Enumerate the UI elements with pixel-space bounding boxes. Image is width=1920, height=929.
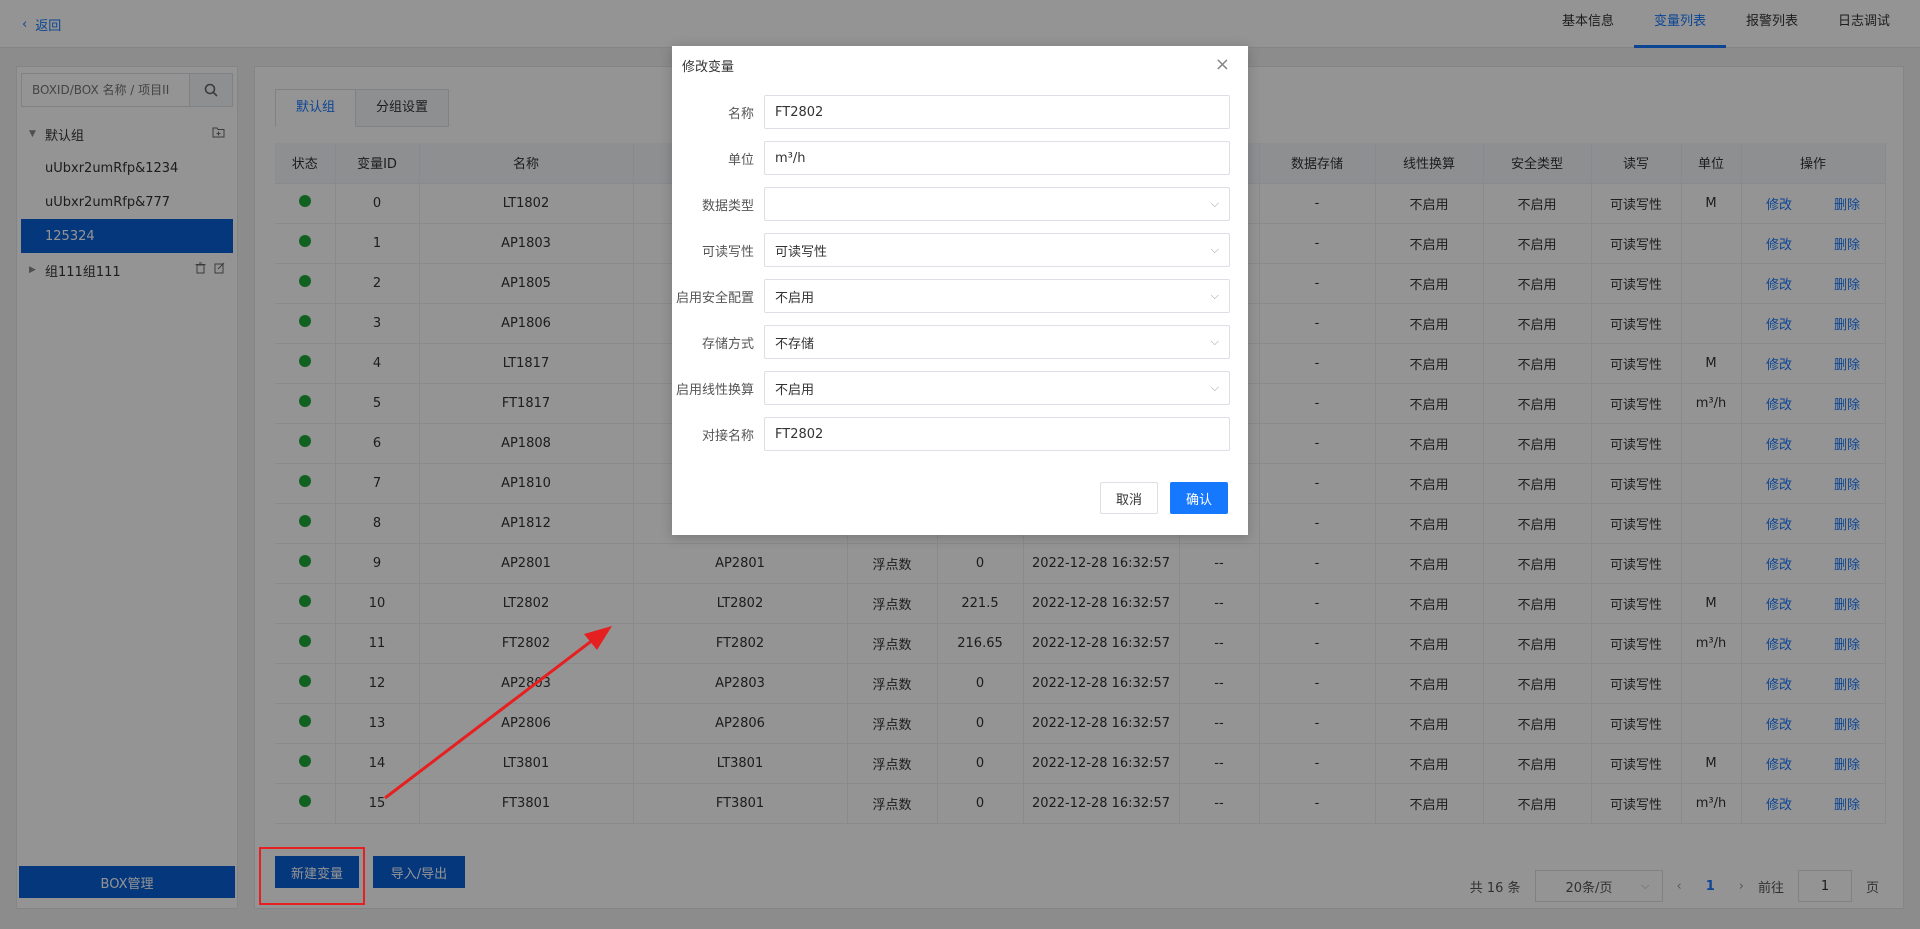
form-row-safety: 启用安全配置 不启用 ⌵ — [672, 279, 1248, 313]
close-icon[interactable]: × — [1215, 56, 1230, 74]
field-label: 启用线性换算 — [675, 382, 754, 398]
chevron-down-icon: ⌵ — [1210, 197, 1219, 210]
field-label: 单位 — [727, 152, 754, 168]
field-label: 启用安全配置 — [675, 290, 754, 306]
field-label: 对接名称 — [701, 428, 754, 444]
chevron-down-icon: ⌵ — [1210, 289, 1219, 302]
form-row-unit: 单位 m³/h — [672, 141, 1248, 175]
docking-name-input[interactable]: FT2802 — [764, 417, 1230, 451]
field-value: FT2802 — [775, 426, 824, 442]
field-value: m³/h — [775, 150, 806, 166]
form-row-storage: 存储方式 不存储 ⌵ — [672, 325, 1248, 359]
rw-select[interactable]: 可读写性 ⌵ — [764, 233, 1230, 267]
form-row-linear: 启用线性换算 不启用 ⌵ — [672, 371, 1248, 405]
form-row-data-type: 数据类型 ⌵ — [672, 187, 1248, 221]
chevron-down-icon: ⌵ — [1210, 335, 1219, 348]
annotation-highlight-box — [259, 847, 365, 905]
dialog-title: 修改变量 — [682, 60, 735, 75]
field-label: 名称 — [727, 106, 754, 122]
data-type-select[interactable]: ⌵ — [764, 187, 1230, 221]
form-row-rw: 可读写性 可读写性 ⌵ — [672, 233, 1248, 267]
field-label: 可读写性 — [701, 244, 754, 260]
field-label: 存储方式 — [701, 336, 754, 352]
linear-select[interactable]: 不启用 ⌵ — [764, 371, 1230, 405]
cancel-button[interactable]: 取消 — [1100, 482, 1158, 514]
field-label: 数据类型 — [701, 198, 754, 214]
field-value: 不启用 — [775, 290, 815, 306]
chevron-down-icon: ⌵ — [1210, 381, 1219, 394]
form-row-docking-name: 对接名称 FT2802 — [672, 417, 1248, 451]
unit-input[interactable]: m³/h — [764, 141, 1230, 175]
field-value: 可读写性 — [775, 244, 828, 260]
field-value: 不启用 — [775, 382, 815, 398]
chevron-down-icon: ⌵ — [1210, 243, 1219, 256]
edit-variable-dialog: 修改变量 × 名称 FT2802 单位 m³/h 数据类型 ⌵ 可读写性 可读写… — [672, 46, 1248, 535]
safety-select[interactable]: 不启用 ⌵ — [764, 279, 1230, 313]
name-input[interactable]: FT2802 — [764, 95, 1230, 129]
field-value: FT2802 — [775, 104, 824, 120]
form-row-name: 名称 FT2802 — [672, 95, 1248, 129]
field-value: 不存储 — [775, 336, 815, 352]
storage-select[interactable]: 不存储 ⌵ — [764, 325, 1230, 359]
confirm-button[interactable]: 确认 — [1170, 482, 1228, 514]
